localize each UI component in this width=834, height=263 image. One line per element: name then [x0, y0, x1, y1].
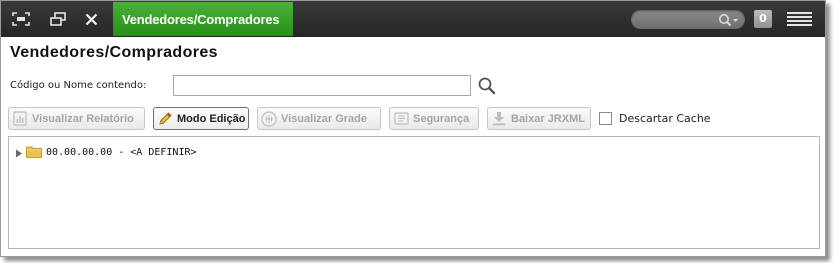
- app-tab[interactable]: Vendedores/Compradores: [113, 2, 293, 36]
- security-button[interactable]: Segurança: [389, 107, 479, 130]
- download-icon: [491, 111, 507, 127]
- report-icon: [12, 111, 28, 127]
- grid-icon: [261, 110, 277, 127]
- tree-panel: 00.00.00.00 - <A DEFINIR>: [8, 136, 820, 249]
- restore-window-icon[interactable]: [48, 9, 68, 29]
- search-icon[interactable]: [477, 76, 497, 100]
- app-window: Vendedores/Compradores 0 Vendedores/Comp…: [0, 0, 826, 257]
- edit-mode-label: Modo Edição: [177, 112, 246, 125]
- search-dropdown-icon[interactable]: [717, 12, 739, 31]
- view-report-button[interactable]: Visualizar Relatório: [8, 107, 145, 130]
- view-grid-button[interactable]: Visualizar Grade: [257, 107, 381, 130]
- page-title: Vendedores/Compradores: [10, 44, 218, 61]
- search-label: Código ou Nome contendo:: [10, 80, 147, 91]
- security-label: Segurança: [413, 112, 470, 125]
- discard-cache-label: Descartar Cache: [619, 112, 711, 125]
- expand-arrow-icon[interactable]: [15, 143, 23, 162]
- pencil-icon: [157, 111, 173, 127]
- search-input[interactable]: [173, 75, 471, 96]
- hamburger-menu-icon[interactable]: [787, 11, 812, 31]
- tree-node[interactable]: 00.00.00.00 - <A DEFINIR>: [15, 143, 197, 162]
- view-report-label: Visualizar Relatório: [32, 112, 134, 125]
- close-icon[interactable]: [81, 9, 101, 29]
- edit-mode-button[interactable]: Modo Edição: [153, 107, 249, 130]
- maximize-icon[interactable]: [11, 9, 31, 29]
- download-jrxml-button[interactable]: Baixar JRXML: [487, 107, 591, 130]
- title-bar: Vendedores/Compradores 0: [1, 1, 825, 37]
- folder-icon: [26, 143, 42, 162]
- notification-count-badge[interactable]: 0: [754, 10, 772, 28]
- view-grid-label: Visualizar Grade: [281, 112, 368, 125]
- tree-node-label: 00.00.00.00 - <A DEFINIR>: [46, 147, 197, 158]
- discard-cache-option[interactable]: Descartar Cache: [599, 112, 711, 125]
- security-icon: [393, 111, 409, 127]
- discard-cache-checkbox[interactable]: [599, 112, 612, 125]
- download-jrxml-label: Baixar JRXML: [511, 112, 585, 125]
- global-search-field[interactable]: [631, 10, 745, 29]
